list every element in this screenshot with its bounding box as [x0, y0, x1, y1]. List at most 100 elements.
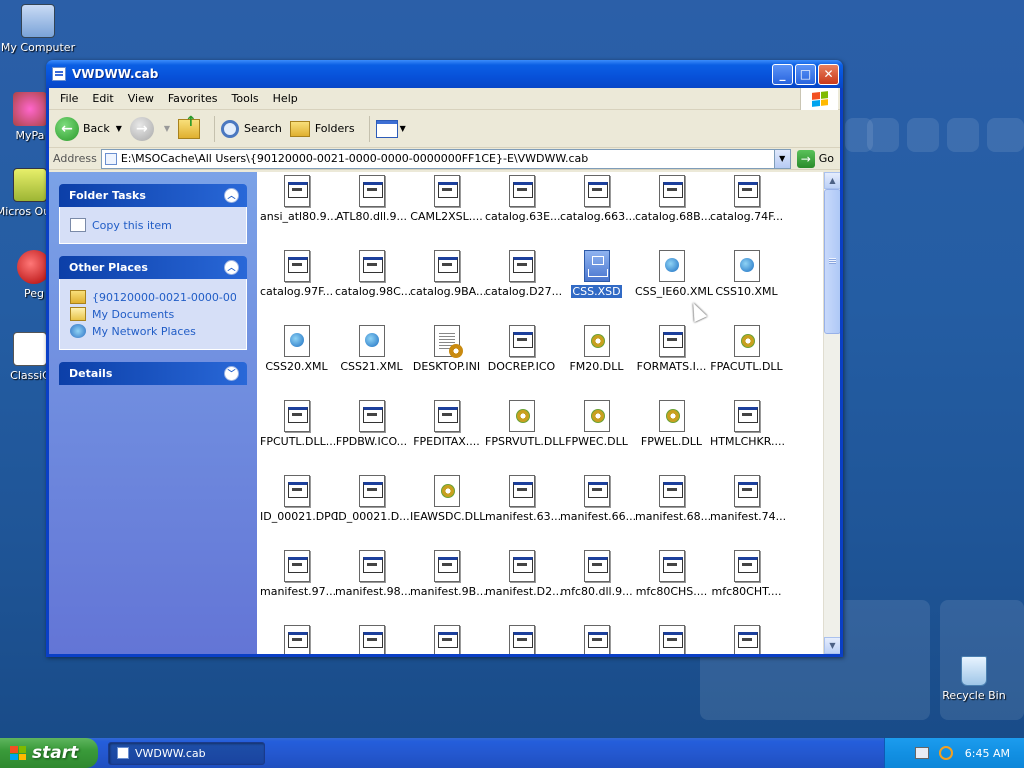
- doc-file-icon: [283, 550, 310, 582]
- file-item[interactable]: FORMATS.I...: [634, 325, 709, 373]
- expand-chevron-icon[interactable]: ﹀: [224, 366, 239, 381]
- file-item[interactable]: [559, 625, 634, 654]
- desktop-icon-label: Peg: [24, 287, 44, 300]
- file-item[interactable]: manifest.98...: [334, 550, 411, 598]
- file-item[interactable]: CSS_IE60.XML: [634, 250, 713, 298]
- desktop-icon-recycle-bin[interactable]: Recycle Bin: [934, 656, 1014, 702]
- file-item[interactable]: manifest.68...: [634, 475, 711, 523]
- file-item[interactable]: CSS10.XML: [709, 250, 784, 298]
- window-titlebar[interactable]: VWDWW.cab _ □ ✕: [46, 60, 843, 88]
- file-item[interactable]: catalog.D27...: [484, 250, 562, 298]
- my-network-places-link[interactable]: My Network Places: [70, 324, 236, 338]
- file-item[interactable]: [484, 625, 559, 654]
- vertical-scrollbar[interactable]: ▲ ▼: [823, 172, 840, 654]
- file-item[interactable]: manifest.63...: [484, 475, 561, 523]
- explorer-window: VWDWW.cab _ □ ✕ File Edit View Favorites…: [46, 60, 843, 657]
- forward-button[interactable]: → ▼: [129, 116, 170, 141]
- file-item[interactable]: catalog.63E...: [484, 175, 561, 223]
- file-item[interactable]: catalog.9BA...: [409, 250, 486, 298]
- file-item[interactable]: ID_00021.D...: [334, 475, 410, 523]
- file-item[interactable]: CSS20.XML: [259, 325, 334, 373]
- file-item[interactable]: catalog.68B...: [634, 175, 711, 223]
- other-places-header[interactable]: Other Places ︿: [59, 256, 247, 279]
- file-item[interactable]: ATL80.dll.9...: [334, 175, 409, 223]
- file-item[interactable]: FPSRVUTL.DLL: [484, 400, 565, 448]
- file-item[interactable]: [259, 625, 334, 654]
- file-item[interactable]: FPWEC.DLL: [559, 400, 634, 448]
- file-item[interactable]: catalog.97F...: [259, 250, 334, 298]
- back-dropdown-icon[interactable]: ▼: [116, 124, 122, 133]
- collapse-chevron-icon[interactable]: ︿: [224, 188, 239, 203]
- menu-view[interactable]: View: [121, 90, 161, 107]
- file-label: HTMLCHKR....: [710, 435, 786, 448]
- menu-edit[interactable]: Edit: [85, 90, 120, 107]
- folders-button[interactable]: Folders: [289, 120, 355, 137]
- file-item[interactable]: manifest.66...: [559, 475, 636, 523]
- menu-file[interactable]: File: [53, 90, 85, 107]
- file-item[interactable]: manifest.97...: [259, 550, 336, 598]
- menu-favorites[interactable]: Favorites: [161, 90, 225, 107]
- file-item[interactable]: manifest.9B...: [409, 550, 487, 598]
- maximize-button[interactable]: □: [795, 63, 816, 85]
- file-item[interactable]: [634, 625, 709, 654]
- gear-file-icon: [583, 400, 610, 432]
- desktop-icon-my-computer[interactable]: My Computer: [0, 4, 78, 54]
- views-button[interactable]: ▼: [375, 119, 406, 138]
- views-dropdown-icon[interactable]: ▼: [400, 124, 406, 133]
- file-item[interactable]: FM20.DLL: [559, 325, 634, 373]
- file-item[interactable]: catalog.663...: [559, 175, 636, 223]
- file-item[interactable]: DOCREP.ICO: [484, 325, 559, 373]
- file-item[interactable]: CSS21.XML: [334, 325, 409, 373]
- copy-this-item-link[interactable]: Copy this item: [70, 218, 236, 232]
- standard-toolbar: ← Back ▼ → ▼ ↑ Search Folders ▼: [49, 110, 840, 148]
- file-item[interactable]: catalog.98C...: [334, 250, 411, 298]
- address-input[interactable]: E:\MSOCache\All Users\{90120000-0021-000…: [100, 148, 791, 169]
- menu-tools[interactable]: Tools: [225, 90, 266, 107]
- document-icon: [13, 332, 47, 366]
- search-tray-icon[interactable]: [938, 746, 953, 760]
- file-item[interactable]: HTMLCHKR....: [709, 400, 786, 448]
- file-item[interactable]: [709, 625, 784, 654]
- file-item[interactable]: [334, 625, 409, 654]
- file-item[interactable]: CAML2XSL....: [409, 175, 484, 223]
- back-button[interactable]: ← Back ▼: [55, 116, 122, 141]
- details-header[interactable]: Details ﹀: [59, 362, 247, 385]
- file-item[interactable]: manifest.D2...: [484, 550, 563, 598]
- close-button[interactable]: ✕: [818, 63, 839, 85]
- file-item[interactable]: manifest.74...: [709, 475, 786, 523]
- file-item[interactable]: FPACUTL.DLL: [709, 325, 784, 373]
- file-item[interactable]: FPCUTL.DLL...: [259, 400, 336, 448]
- other-place-folder-link[interactable]: {90120000-0021-0000-000: [70, 290, 236, 304]
- search-button[interactable]: Search: [221, 119, 282, 138]
- file-item[interactable]: IEAWSDC.DLL: [409, 475, 485, 523]
- keyboard-icon[interactable]: [914, 747, 929, 759]
- file-item[interactable]: mfc80.dll.9...: [559, 550, 634, 598]
- file-item[interactable]: FPEDITAX....: [409, 400, 484, 448]
- menu-help[interactable]: Help: [266, 90, 305, 107]
- file-item[interactable]: mfc80CHS....: [634, 550, 709, 598]
- file-item[interactable]: [409, 625, 484, 654]
- forward-dropdown-icon[interactable]: ▼: [164, 124, 170, 133]
- scroll-up-button[interactable]: ▲: [824, 172, 840, 189]
- go-button[interactable]: → Go: [796, 149, 834, 168]
- minimize-button[interactable]: _: [772, 63, 793, 85]
- my-documents-link[interactable]: My Documents: [70, 307, 236, 321]
- file-item[interactable]: FPWEL.DLL: [634, 400, 709, 448]
- file-item[interactable]: FPDBW.ICO...: [334, 400, 409, 448]
- start-button[interactable]: start: [0, 738, 98, 768]
- folder-tasks-header[interactable]: Folder Tasks ︿: [59, 184, 247, 207]
- file-item[interactable]: ansi_atl80.9...: [259, 175, 337, 223]
- file-item[interactable]: CSS.XSD: [559, 250, 634, 298]
- collapse-chevron-icon[interactable]: ︿: [224, 260, 239, 275]
- file-item[interactable]: DESKTOP.INI: [409, 325, 484, 373]
- file-item[interactable]: catalog.74F...: [709, 175, 784, 223]
- scroll-down-button[interactable]: ▼: [824, 637, 840, 654]
- doc-file-icon: [658, 175, 685, 207]
- address-dropdown-icon[interactable]: ▼: [773, 149, 790, 168]
- taskbar-window-button[interactable]: VWDWW.cab: [108, 741, 265, 765]
- file-item[interactable]: ID_00021.DPC: [259, 475, 339, 523]
- desktop-decoration: [987, 118, 1024, 152]
- scroll-thumb[interactable]: [824, 189, 840, 334]
- file-item[interactable]: mfc80CHT....: [709, 550, 784, 598]
- up-folder-button[interactable]: ↑: [178, 114, 201, 139]
